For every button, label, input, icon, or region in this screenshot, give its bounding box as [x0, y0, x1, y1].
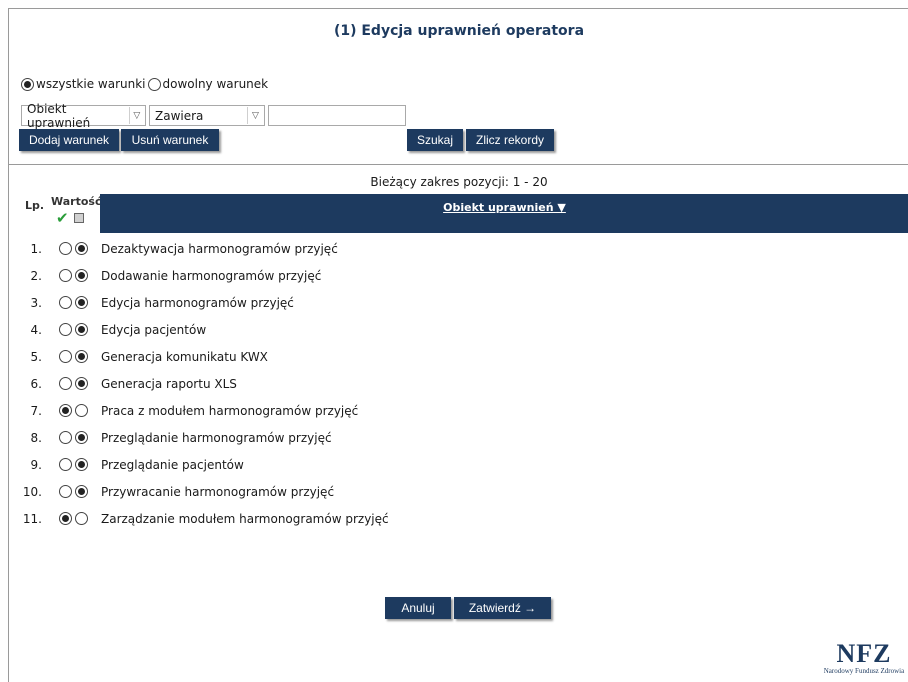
row-number: 5.	[30, 349, 42, 364]
operator-select[interactable]: Zawiera ▽	[149, 105, 265, 126]
condition-mode-row: wszystkie warunki dowolny warunek	[21, 77, 270, 91]
column-header-lp: Lp.	[25, 199, 45, 212]
value-radio-no[interactable]	[75, 458, 88, 471]
chevron-down-icon: ▽	[128, 107, 144, 124]
table-row: 8. Przeglądanie harmonogramów przyjęć	[9, 424, 908, 451]
value-radio-no[interactable]	[75, 323, 88, 336]
value-radio-no[interactable]	[75, 350, 88, 363]
permission-name: Generacja raportu XLS	[101, 376, 237, 391]
row-number: 9.	[30, 457, 42, 472]
row-number: 10.	[22, 484, 42, 499]
chevron-down-icon: ▽	[247, 107, 263, 124]
operator-select-value: Zawiera	[155, 108, 204, 123]
row-number: 3.	[30, 295, 42, 310]
value-input[interactable]	[268, 105, 406, 126]
value-radio-yes[interactable]	[59, 242, 72, 255]
logo-caption: Narodowy Fundusz Zdrowia	[823, 667, 905, 675]
value-radio-yes[interactable]	[59, 512, 72, 525]
add-condition-button[interactable]: Dodaj warunek	[19, 129, 119, 151]
row-number: 7.	[30, 403, 42, 418]
value-radio-no[interactable]	[75, 485, 88, 498]
value-radio-yes[interactable]	[59, 296, 72, 309]
value-radio-no[interactable]	[75, 512, 88, 525]
permission-name: Generacja komunikatu KWX	[101, 349, 268, 364]
value-radio-yes[interactable]	[59, 350, 72, 363]
permission-name: Dodawanie harmonogramów przyjęć	[101, 268, 322, 283]
search-button[interactable]: Szukaj	[407, 129, 463, 151]
mode-any-radio[interactable]	[147, 77, 161, 91]
row-number: 2.	[30, 268, 42, 283]
permission-name: Edycja harmonogramów przyjęć	[101, 295, 294, 310]
permission-name: Przeglądanie harmonogramów przyjęć	[101, 430, 332, 445]
table-row: 10. Przywracanie harmonogramów przyjęć	[9, 478, 908, 505]
value-radio-no[interactable]	[75, 404, 88, 417]
field-select-value: Obiekt uprawnień	[27, 101, 91, 130]
checkbox-icon[interactable]	[74, 213, 84, 223]
row-number: 1.	[30, 241, 42, 256]
page-title: (1) Edycja uprawnień operatora	[333, 23, 585, 39]
row-number: 11.	[22, 511, 42, 526]
row-number: 8.	[30, 430, 42, 445]
logo-mark: NFZ	[836, 639, 892, 668]
table-row: 9. Przeglądanie pacjentów	[9, 451, 908, 478]
nfz-logo: NFZ Narodowy Fundusz Zdrowia	[819, 639, 908, 676]
permission-name: Edycja pacjentów	[101, 322, 207, 337]
table-row: 4. Edycja pacjentów	[9, 316, 908, 343]
confirm-button[interactable]: Zatwierdź →	[454, 597, 551, 619]
checkmark-icon[interactable]: ✔	[56, 209, 69, 227]
permission-name: Przeglądanie pacjentów	[101, 457, 244, 472]
range-info: Bieżący zakres pozycji: 1 - 20	[370, 175, 548, 189]
field-select[interactable]: Obiekt uprawnień ▽	[21, 102, 146, 130]
table-row: 5. Generacja komunikatu KWX	[9, 343, 908, 370]
mode-any-label: dowolny warunek	[162, 77, 269, 91]
table-row: 11. Zarządzanie modułem harmonogramów prz…	[9, 505, 908, 532]
permission-name: Zarządzanie modułem harmonogramów przyję…	[101, 511, 389, 526]
row-number: 6.	[30, 376, 42, 391]
value-radio-yes[interactable]	[59, 377, 72, 390]
mode-all-radio[interactable]	[21, 77, 34, 91]
count-records-button[interactable]: Zlicz rekordy	[466, 129, 554, 151]
permission-name: Dezaktywacja harmonogramów przyjęć	[101, 241, 338, 256]
divider	[9, 164, 908, 165]
table-body: 1. Dezaktywacja harmonogramów przyjęć 2. Do…	[9, 235, 908, 532]
value-radio-no[interactable]	[75, 296, 88, 309]
value-radio-no[interactable]	[75, 431, 88, 444]
table-row: 7. Praca z modułem harmonogramów przyjęć	[9, 397, 908, 424]
table-row: 6. Generacja raportu XLS	[9, 370, 908, 397]
table-row: 1. Dezaktywacja harmonogramów przyjęć	[9, 235, 908, 262]
table-row: 3. Edycja harmonogramów przyjęć	[9, 289, 908, 316]
sort-object-link[interactable]: Obiekt uprawnień ▼	[100, 201, 908, 214]
value-radio-yes[interactable]	[59, 458, 72, 471]
mode-all-label: wszystkie warunki	[36, 77, 146, 91]
value-radio-yes[interactable]	[59, 431, 72, 444]
value-radio-no[interactable]	[75, 377, 88, 390]
value-radio-no[interactable]	[75, 269, 88, 282]
permission-name: Przywracanie harmonogramów przyjęć	[101, 484, 335, 499]
value-radio-yes[interactable]	[59, 269, 72, 282]
table-header: Obiekt uprawnień ▼	[100, 194, 908, 233]
value-radio-yes[interactable]	[59, 323, 72, 336]
cancel-button[interactable]: Anuluj	[385, 597, 451, 619]
filter-row: Obiekt uprawnień ▽ Zawiera ▽	[21, 102, 406, 130]
table-row: 2. Dodawanie harmonogramów przyjęć	[9, 262, 908, 289]
value-radio-yes[interactable]	[59, 485, 72, 498]
column-header-value: Wartość	[51, 195, 102, 208]
permission-name: Praca z modułem harmonogramów przyjęć	[101, 403, 359, 418]
remove-condition-button[interactable]: Usuń warunek	[121, 129, 219, 151]
row-number: 4.	[30, 322, 42, 337]
value-radio-no[interactable]	[75, 242, 88, 255]
main-frame: (1) Edycja uprawnień operatora wszystkie…	[8, 8, 908, 682]
value-radio-yes[interactable]	[59, 404, 72, 417]
